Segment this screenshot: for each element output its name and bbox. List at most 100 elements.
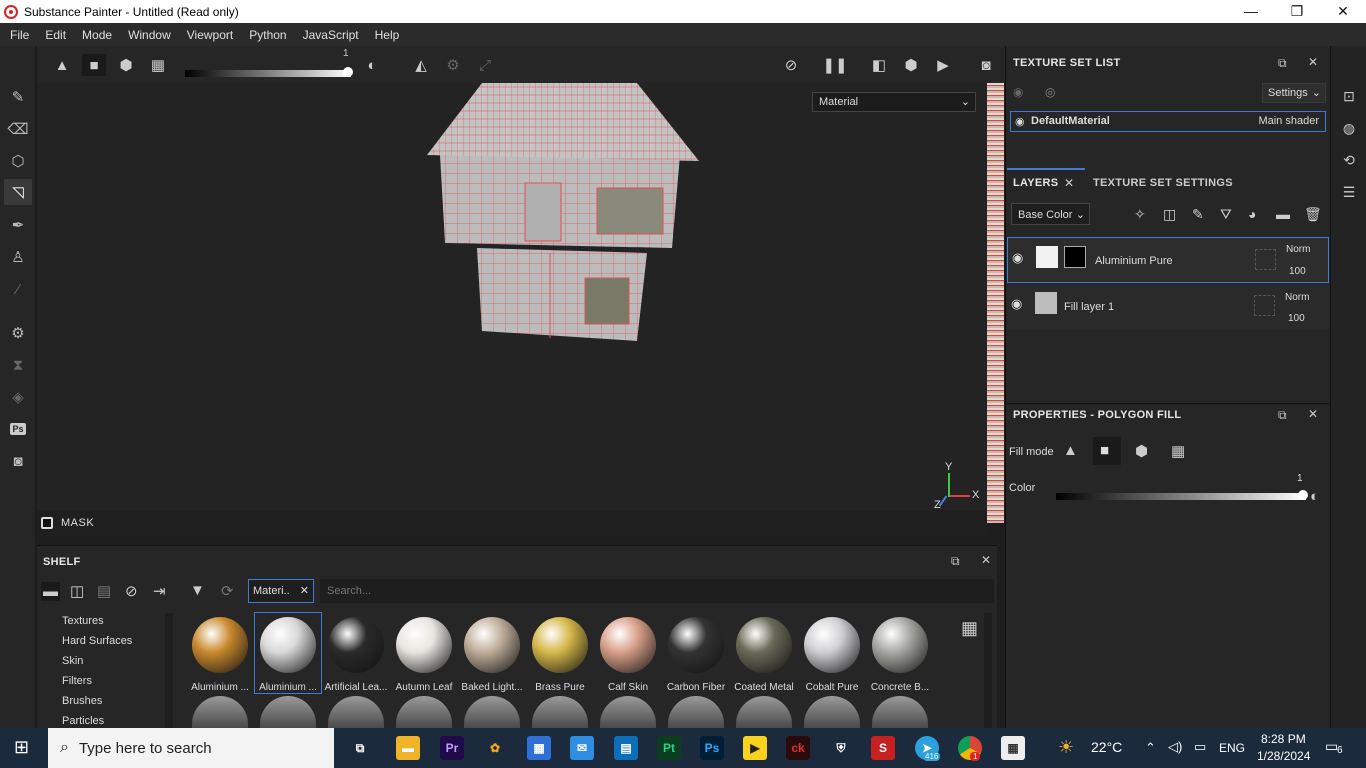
close-panel-icon[interactable]: ✕ [981,553,991,567]
symmetry-icon[interactable]: ◭ [409,54,433,76]
float-panel-icon[interactable]: ⧉ [1278,56,1287,71]
float-panel-icon[interactable]: ⧉ [1278,408,1287,423]
premiere-icon[interactable]: Pr [440,736,464,760]
menu-file[interactable]: File [2,28,37,42]
blend-mode-dropdown[interactable]: Norm [1286,244,1310,255]
display-settings-icon[interactable]: ◍ [1340,120,1358,138]
task-view-icon[interactable]: ⧉ [348,736,372,760]
store-icon[interactable]: ▦ [527,736,551,760]
delete-layer-icon[interactable]: 🗑 [1304,206,1322,223]
uv-chunk-fill-icon[interactable]: ▦ [146,54,170,76]
photoshop-export-icon[interactable]: Ps [4,416,32,442]
clock-time[interactable]: 8:28 PM [1261,732,1306,746]
color-mode-icon[interactable]: ◐ [360,54,384,76]
hide-icon[interactable]: ◉ [1013,85,1023,99]
menu-python[interactable]: Python [241,28,294,42]
color-slider-handle[interactable] [1298,490,1308,500]
uv-chunk-fill-icon[interactable]: ▦ [1171,442,1185,460]
visibility-eye-icon[interactable]: ◉ [1011,296,1022,312]
category-filters[interactable]: Filters [62,675,92,687]
minimize-button[interactable]: — [1228,0,1274,23]
weather-temp[interactable]: 22°C [1091,739,1122,755]
category-particles[interactable]: Particles [62,715,104,727]
shelf-search-input[interactable] [320,579,994,603]
close-button[interactable]: ✕ [1320,0,1366,23]
screenshot-camera-icon[interactable]: ◙ [974,54,998,76]
photos-icon[interactable]: ▦ [1001,736,1025,760]
mesh-fill-icon[interactable]: ⬢ [1135,442,1148,460]
visibility-eye-icon[interactable]: ◉ [1015,115,1025,128]
material-thumbnail[interactable]: Brass Pure [527,613,593,693]
opacity-value[interactable]: 100 [1288,313,1305,324]
triangle-fill-icon[interactable]: ▲ [1063,442,1078,459]
triangle-fill-icon[interactable]: ▲ [50,54,74,76]
taskbar-search[interactable]: ⌕ Type here to search [48,728,334,768]
brush-slider[interactable] [185,67,353,77]
material-thumbnail[interactable]: Baked Light... [459,613,525,693]
refresh-icon[interactable]: ⟳ [221,582,234,600]
material-thumbnail[interactable]: Artificial Lea... [323,613,389,693]
color-picker-icon[interactable]: ◐ [1310,488,1319,505]
brush-slider-handle[interactable] [343,67,353,77]
material-thumbnail[interactable]: Concrete B... [867,613,933,693]
log-icon[interactable]: ☰ [1340,184,1358,202]
filter-icon[interactable]: ▼ [190,582,205,599]
substance-painter-taskbar-icon[interactable]: S [871,736,895,760]
material-thumbnail[interactable]: Aluminium ... [254,612,322,694]
material-thumbnail[interactable]: Cobalt Pure [799,613,865,693]
menu-help[interactable]: Help [367,28,408,42]
save-icon[interactable]: ▤ [97,582,111,600]
bake-icon[interactable]: ⚙ [4,320,32,346]
eraser-icon[interactable]: ⌫ [4,116,32,142]
close-panel-icon[interactable]: ✕ [1308,55,1318,69]
opacity-value[interactable]: 100 [1289,266,1306,277]
clone-stamp-icon[interactable]: ♙ [4,244,32,270]
smudge-icon[interactable]: ✒ [4,212,32,238]
channel-dropdown[interactable]: Base Color ⌄ [1011,203,1090,225]
add-paint-layer-icon[interactable]: ✎ [1192,206,1204,223]
import-icon[interactable]: ⇥ [153,582,166,600]
chevron-up-icon[interactable]: ⌃ [1145,740,1156,756]
pycharm-icon[interactable]: Pt [657,736,681,760]
transform-icon[interactable]: ⤢ [473,54,497,76]
security-shield-icon[interactable]: ⛨ [829,736,853,760]
grid-view-icon[interactable]: ▦ [961,618,978,639]
lazy-mouse-icon[interactable]: ⚙ [441,54,465,76]
pause-icon[interactable]: ❚❚ [822,54,847,76]
blend-mode-dropdown[interactable]: Norm [1285,292,1309,303]
speaker-icon[interactable]: ◁) [1168,739,1182,755]
mask-checkbox[interactable] [41,517,53,529]
menu-viewport[interactable]: Viewport [179,28,241,42]
photoshop-icon[interactable]: Ps [700,736,724,760]
capcut-icon[interactable]: ck [786,736,810,760]
material-thumbnail[interactable]: Aluminium ... [187,613,253,693]
close-tab-icon[interactable]: ✕ [1064,176,1074,190]
app-icon[interactable]: ✿ [483,736,507,760]
menu-mode[interactable]: Mode [74,28,120,42]
split-view-icon[interactable]: ◧ [867,54,891,76]
camera-icon[interactable]: ▶ [931,54,955,76]
material-thumbnail[interactable]: Calf Skin [595,613,661,693]
new-shelf-icon[interactable]: ◫ [70,582,84,600]
file-explorer-icon[interactable]: ▬ [396,736,420,760]
viewport-material-dropdown[interactable]: Material ⌄ [812,92,976,112]
add-smart-material-icon[interactable]: ◕ [1248,206,1256,222]
network-icon[interactable]: ▭ [1194,739,1206,755]
clock-date[interactable]: 1/28/2024 [1257,749,1310,763]
polygon-fill-icon[interactable]: ◹ [4,179,32,205]
mail-icon[interactable]: ✉ [570,736,594,760]
add-effect-icon[interactable]: ✧ [1134,206,1146,223]
layer-row[interactable]: ◉ Fill layer 1 Norm 100 [1007,284,1329,330]
add-mask-icon[interactable]: ◫ [1163,206,1176,223]
menu-javascript[interactable]: JavaScript [295,28,367,42]
texture-set-row[interactable]: ◉ DefaultMaterial Main shader [1010,111,1326,132]
show-icon[interactable]: ◎ [1045,85,1055,99]
hourglass-icon[interactable]: ⧗ [4,352,32,378]
category-skin[interactable]: Skin [62,655,83,667]
material-thumbnail[interactable]: Coated Metal [731,613,797,693]
hide-selection-icon[interactable]: ⊘ [779,54,803,76]
category-textures[interactable]: Textures [62,615,104,627]
filter-tag[interactable]: Materi.. ✕ [248,579,314,603]
visibility-eye-icon[interactable]: ◉ [1012,250,1023,266]
texture-set-icon[interactable]: ⊡ [1340,88,1358,106]
